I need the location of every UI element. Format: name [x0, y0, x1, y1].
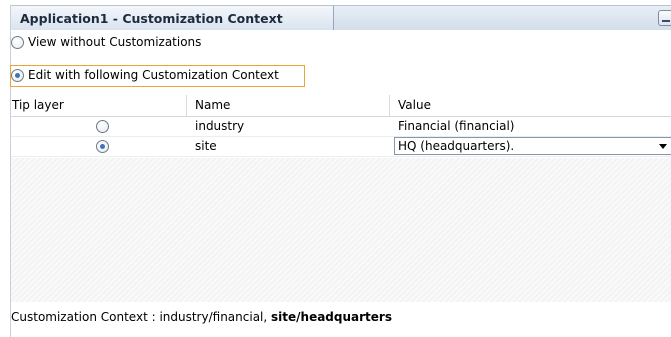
- panel-title: Application1 - Customization Context: [20, 11, 283, 26]
- column-divider[interactable]: [389, 95, 390, 116]
- customization-table: Tip layer Name Value industry Financial …: [11, 95, 671, 157]
- panel-content: View without Customizations Edit with fo…: [10, 30, 671, 337]
- status-bold-value: site/headquarters: [271, 310, 392, 324]
- customization-context-status: Customization Context : industry/financi…: [11, 310, 392, 324]
- header-value[interactable]: Value: [398, 98, 431, 112]
- panel-tab-bar: Application1 - Customization Context: [11, 5, 671, 31]
- view-without-customizations-option[interactable]: View without Customizations: [11, 32, 201, 52]
- radio-view-without-customizations[interactable]: [11, 35, 24, 49]
- customization-context-panel: Application1 - Customization Context Vie…: [10, 5, 671, 337]
- chevron-down-icon[interactable]: [659, 144, 667, 149]
- site-value-select[interactable]: HQ (headquarters).: [394, 137, 671, 155]
- table-row[interactable]: site HQ (headquarters).: [11, 137, 671, 157]
- empty-table-area: [11, 158, 671, 302]
- table-row[interactable]: industry Financial (financial): [11, 117, 671, 137]
- tip-layer-radio-site[interactable]: [96, 140, 109, 153]
- tip-layer-radio-industry[interactable]: [96, 120, 109, 133]
- column-divider[interactable]: [186, 95, 187, 116]
- row-value[interactable]: Financial (financial): [398, 119, 514, 133]
- edit-with-context-option[interactable]: Edit with following Customization Contex…: [11, 65, 279, 85]
- row-name: site: [195, 139, 217, 153]
- view-without-customizations-label: View without Customizations: [28, 35, 202, 49]
- radio-edit-with-context[interactable]: [11, 68, 24, 82]
- status-footer: Customization Context : industry/financi…: [11, 302, 671, 332]
- status-label: Customization Context : industry/financi…: [11, 310, 272, 324]
- minimize-icon[interactable]: [658, 10, 671, 26]
- edit-with-context-label: Edit with following Customization Contex…: [28, 68, 279, 82]
- header-tip-layer[interactable]: Tip layer: [12, 98, 64, 112]
- minimize-bar: [662, 20, 670, 22]
- header-name[interactable]: Name: [195, 98, 230, 112]
- select-value: HQ (headquarters).: [398, 139, 515, 153]
- row-name: industry: [195, 119, 245, 133]
- tab-application1-customization-context[interactable]: Application1 - Customization Context: [11, 6, 334, 30]
- table-header-row: Tip layer Name Value: [11, 95, 671, 117]
